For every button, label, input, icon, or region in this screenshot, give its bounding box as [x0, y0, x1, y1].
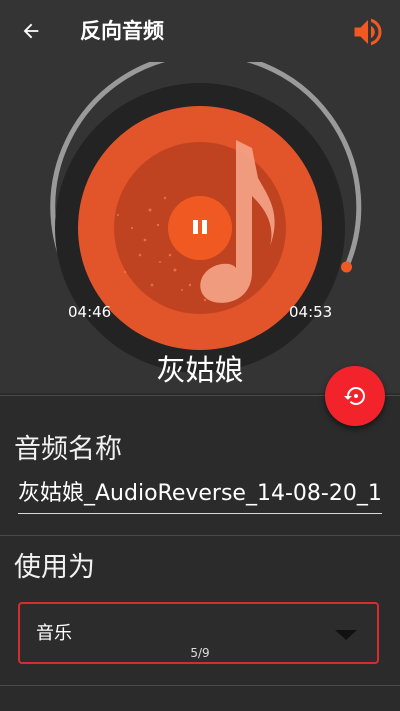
- audio-name-label: 音频名称: [14, 434, 122, 465]
- app-bar: 反向音频: [0, 0, 400, 62]
- reverse-button[interactable]: [325, 366, 385, 426]
- volume-button[interactable]: [348, 12, 388, 52]
- form-panel: 音频名称 灰姑娘_AudioReverse_14-08-20_16-1 使用为 …: [0, 395, 400, 711]
- audio-name-input[interactable]: 灰姑娘_AudioReverse_14-08-20_16-1: [18, 479, 382, 514]
- player-panel: 反向音频 04:46 04:53 灰姑娘: [0, 0, 400, 393]
- restore-icon: [344, 386, 366, 405]
- dropdown-arrow-icon: [335, 630, 357, 640]
- speaker-icon: [354, 18, 382, 46]
- disc-stage: [50, 62, 362, 373]
- use-as-value: 音乐: [36, 623, 72, 644]
- use-as-label: 使用为: [14, 552, 95, 583]
- arrow-left-icon: [23, 23, 39, 39]
- back-button[interactable]: [12, 12, 50, 50]
- page-indicator: 5/9: [190, 646, 210, 660]
- time-total: 04:53: [289, 303, 333, 321]
- divider: [0, 535, 400, 536]
- progress-handle[interactable]: [341, 261, 352, 273]
- divider: [0, 685, 400, 686]
- page-title: 反向音频: [80, 19, 164, 43]
- pause-button[interactable]: [168, 196, 232, 260]
- time-current: 04:46: [68, 303, 112, 321]
